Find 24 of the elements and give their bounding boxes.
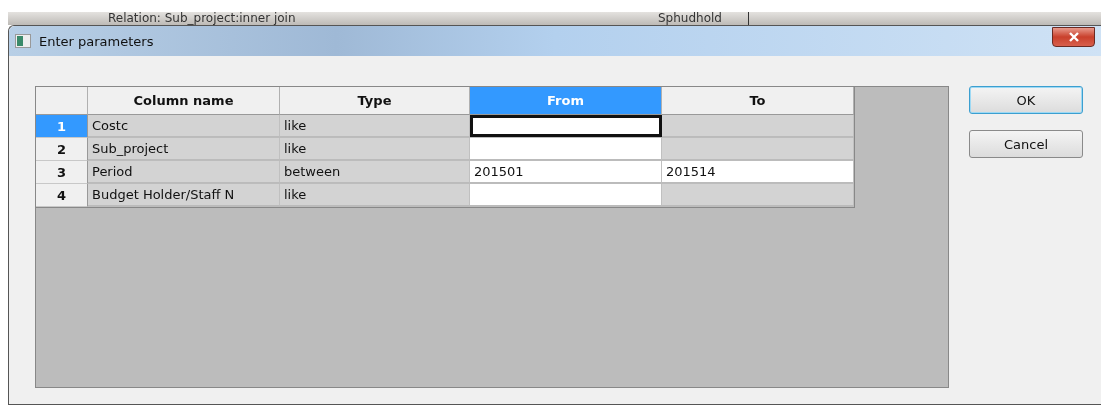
ok-button[interactable]: OK <box>969 86 1083 114</box>
table-cell[interactable]: 201514 <box>662 161 854 183</box>
table-cell: like <box>280 138 470 160</box>
row-number[interactable]: 2 <box>36 138 88 161</box>
close-button[interactable] <box>1052 27 1095 47</box>
table-cell: between <box>280 161 470 183</box>
table-cell: Sub_project <box>88 138 280 160</box>
table-cell: like <box>280 115 470 137</box>
row-number[interactable]: 3 <box>36 161 88 184</box>
column-header[interactable]: To <box>662 87 854 115</box>
table-cell[interactable] <box>470 115 662 137</box>
background-window-text: Relation: Sub_project:inner join <box>107 12 297 25</box>
table-cell[interactable]: 201501 <box>470 161 662 183</box>
table-cell: Costc <box>88 115 280 137</box>
table-cell: Budget Holder/Staff N <box>88 184 280 206</box>
column-header[interactable]: Type <box>280 87 470 115</box>
table-cell: Period <box>88 161 280 183</box>
window-title: Enter parameters <box>39 33 155 49</box>
cancel-button[interactable]: Cancel <box>969 130 1083 158</box>
row-number[interactable]: 4 <box>36 184 88 207</box>
table-cell: like <box>280 184 470 206</box>
close-icon <box>1068 32 1079 42</box>
window-icon <box>15 34 31 48</box>
column-header[interactable]: Column name <box>88 87 280 115</box>
